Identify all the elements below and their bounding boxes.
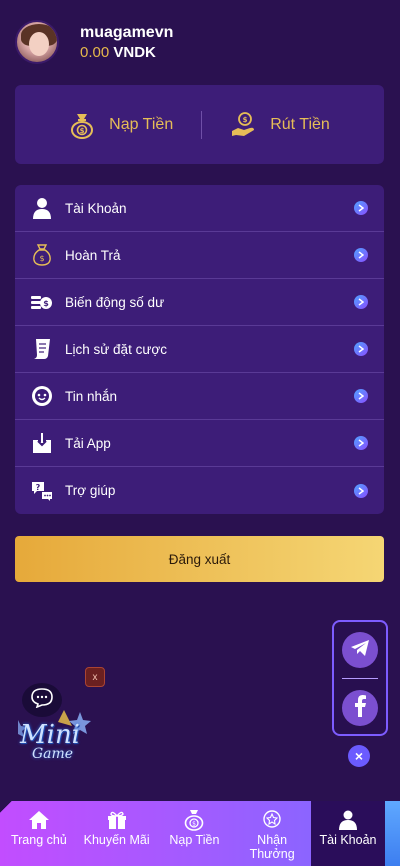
logout-button[interactable]: Đăng xuất [15,536,384,582]
menu-item-account[interactable]: Tài Khoản [15,185,384,232]
nav-item-label: Tài Khoản [319,833,377,847]
deposit-label: Nạp Tiền [109,115,174,133]
chevron-right-icon [354,389,368,403]
nav-item-rewards[interactable]: Nhận Thưởng [233,801,311,866]
mini-game-logo[interactable]: Mini Game [14,706,96,768]
withdraw-button[interactable]: $ Rút Tiền [230,111,330,139]
badge-icon [261,809,283,831]
deposit-button[interactable]: $ Nạp Tiền [69,111,173,139]
menu-item-balance-changes[interactable]: $ Biến động số dư [15,279,384,326]
divider [201,110,203,139]
chevron-right-icon [354,342,368,356]
facebook-button[interactable] [342,690,378,726]
chevron-right-icon [354,436,368,450]
menu-item-label: Lịch sử đặt cược [65,341,167,357]
menu-item-label: Tin nhắn [65,388,118,404]
menu-item-refund[interactable]: $ Hoàn Trả [15,232,384,279]
menu-item-messages[interactable]: Tin nhắn [15,373,384,420]
nav-item-promotions[interactable]: Khuyến Mãi [78,801,156,866]
facebook-icon [353,694,367,722]
avatar[interactable] [15,20,59,64]
balance-amount: 0.00 [80,44,110,61]
telegram-button[interactable] [342,632,378,668]
help-chat-icon: ? [31,480,53,502]
withdraw-label: Rút Tiền [270,115,330,133]
hand-coin-icon: $ [230,111,256,139]
chevron-right-icon [354,483,368,498]
balance-currency: VNDK [113,44,156,61]
account-header: muagamevn 0.00 VNDK [0,0,400,80]
nav-item-deposit[interactable]: $ Nạp Tiền [156,801,234,866]
message-icon [31,385,53,407]
menu-item-download-app[interactable]: Tải App [15,420,384,467]
menu-item-label: Hoàn Trả [65,247,121,263]
svg-text:$: $ [243,116,248,124]
nav-item-label: Nạp Tiền [169,833,220,847]
menu-item-label: Trợ giúp [65,483,116,498]
social-close-button[interactable]: × [348,745,370,767]
mini-game-close-button[interactable]: x [85,667,105,687]
close-icon: × [354,748,364,764]
money-actions-card: $ Nạp Tiền $ Rút Tiền [15,85,384,164]
mini-game-subtitle: Game [32,746,74,762]
menu-item-bet-history[interactable]: Lịch sử đặt cược [15,326,384,373]
nav-item-label: Khuyến Mãi [83,833,150,847]
username: muagamevn [80,24,174,41]
balance: 0.00 VNDK [80,44,156,61]
social-panel [332,620,388,736]
divider [342,678,378,679]
menu-item-label: Biến động số dư [65,294,165,310]
nav-item-home[interactable]: Trang chủ [0,801,78,866]
telegram-icon [350,639,370,662]
svg-text:$: $ [43,299,49,308]
download-icon [31,432,53,454]
user-icon [337,809,359,831]
menu-item-label: Tài Khoản [65,200,127,216]
deposit-icon: $ [183,809,205,831]
svg-text:$: $ [39,254,44,263]
nav-item-label: Nhận Thưởng [249,833,295,861]
receipt-icon [31,338,53,360]
account-menu: Tài Khoản $ Hoàn Trả $ Biến động số dư L… [15,185,384,514]
user-icon [31,197,53,219]
svg-text:?: ? [36,483,41,492]
svg-text:$: $ [192,821,196,828]
nav-item-label: Trang chủ [10,833,67,847]
gift-icon [106,809,128,831]
chevron-right-icon [354,295,368,309]
nav-edge-decoration [385,801,400,866]
chevron-right-icon [354,201,368,215]
bottom-nav: Trang chủ Khuyến Mãi $ Nạp Tiền Nhận Thư… [0,801,400,866]
coins-icon: $ [31,291,53,313]
svg-text:$: $ [80,127,85,135]
money-bag-icon: $ [31,244,53,266]
chevron-right-icon [354,248,368,262]
menu-item-label: Tải App [65,435,111,451]
money-bag-icon: $ [69,111,95,139]
home-icon [28,809,50,831]
nav-item-account[interactable]: Tài Khoản [311,801,385,866]
menu-item-help[interactable]: ? Trợ giúp [15,467,384,514]
